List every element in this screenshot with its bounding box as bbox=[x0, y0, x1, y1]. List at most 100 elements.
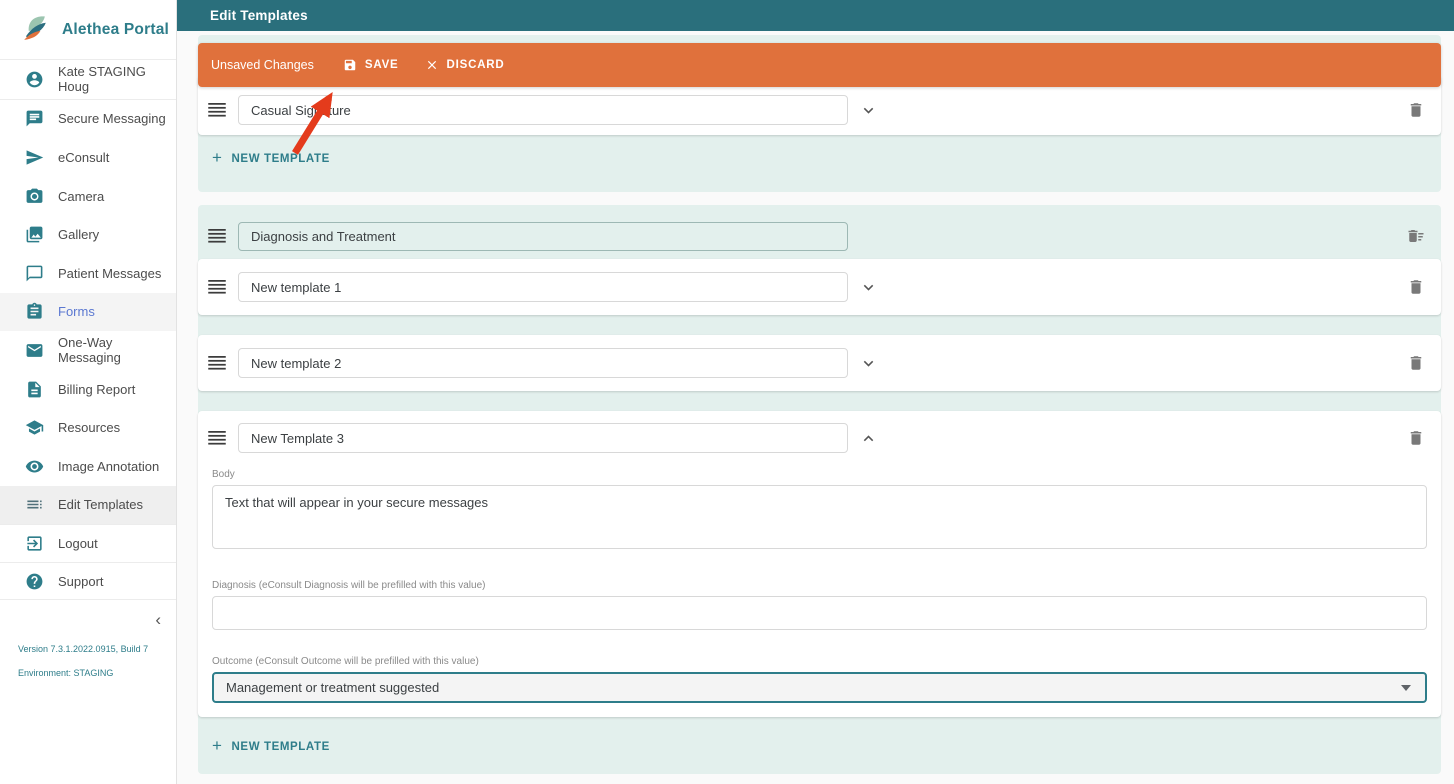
body-label: Body bbox=[212, 469, 235, 480]
drag-handle-icon bbox=[208, 229, 226, 243]
drag-handle-icon bbox=[208, 356, 226, 370]
sidebar-item-one-way-messaging[interactable]: One-Way Messaging bbox=[0, 331, 176, 370]
sidebar-item-image-annotation[interactable]: Image Annotation bbox=[0, 447, 176, 486]
sidebar-item-label: Support bbox=[58, 573, 104, 589]
gallery-icon bbox=[26, 226, 43, 243]
delete-template-button[interactable] bbox=[1405, 352, 1427, 374]
plus-icon: + bbox=[212, 736, 223, 755]
page-header: Edit Templates bbox=[177, 0, 1454, 31]
chevron-down-icon bbox=[863, 107, 874, 114]
expand-template-button[interactable] bbox=[857, 276, 880, 299]
sidebar-item-edit-templates[interactable]: Edit Templates bbox=[0, 485, 176, 525]
sidebar-item-logout[interactable]: Logout bbox=[0, 525, 176, 562]
sidebar-item-label: Edit Templates bbox=[58, 497, 144, 513]
sidebar-item-econsult[interactable]: eConsult bbox=[0, 138, 176, 177]
expand-template-button[interactable] bbox=[857, 352, 880, 375]
sidebar-item-label: Patient Messages bbox=[58, 265, 162, 281]
template-row bbox=[198, 335, 1441, 391]
delete-category-button[interactable] bbox=[1405, 225, 1427, 247]
drag-handle[interactable] bbox=[208, 356, 228, 370]
template-title-input[interactable] bbox=[238, 272, 848, 302]
trash-icon bbox=[1410, 103, 1422, 117]
sidebar-item-label: Logout bbox=[58, 536, 98, 552]
trash-icon bbox=[1410, 356, 1422, 370]
chat-icon bbox=[26, 110, 43, 127]
template-row bbox=[198, 259, 1441, 315]
template-title-input[interactable] bbox=[238, 348, 848, 378]
drag-handle[interactable] bbox=[208, 103, 228, 117]
drag-handle-icon bbox=[208, 280, 226, 294]
drag-handle-icon bbox=[208, 103, 226, 117]
category-container: Body Text that will appear in your secur… bbox=[198, 205, 1441, 774]
sidebar-item-label: One-Way Messaging bbox=[58, 335, 121, 366]
brand-logo-row[interactable]: Alethea Portal bbox=[0, 0, 176, 59]
resources-icon bbox=[25, 420, 44, 435]
new-template-button[interactable]: + NEW TEMPLATE bbox=[210, 737, 332, 756]
sidebar-item-support[interactable]: Support bbox=[0, 563, 176, 599]
new-template-label: NEW TEMPLATE bbox=[231, 152, 330, 165]
camera-icon bbox=[26, 188, 43, 203]
expand-template-button[interactable] bbox=[857, 99, 880, 122]
eye-icon bbox=[25, 460, 44, 473]
category-header-row bbox=[198, 213, 1441, 259]
sidebar-item-user[interactable]: Kate STAGING Houg bbox=[0, 60, 176, 99]
sidebar-item-secure-messaging[interactable]: Secure Messaging bbox=[0, 100, 176, 139]
chevron-down-icon bbox=[863, 284, 874, 291]
document-icon bbox=[28, 381, 41, 397]
template-fields: Body Text that will appear in your secur… bbox=[206, 469, 1427, 703]
chevron-down-icon bbox=[863, 360, 874, 367]
delete-template-button[interactable] bbox=[1405, 276, 1427, 298]
list-lines-icon bbox=[27, 500, 42, 509]
sidebar: Alethea Portal Kate STAGING Houg Secure … bbox=[0, 0, 177, 784]
sidebar-item-billing-report[interactable]: Billing Report bbox=[0, 370, 176, 409]
clipboard-icon bbox=[27, 303, 42, 319]
send-icon bbox=[26, 150, 44, 165]
diagnosis-label: Diagnosis (eConsult Diagnosis will be pr… bbox=[212, 580, 486, 591]
sidebar-item-label: Camera bbox=[58, 188, 105, 204]
sidebar-item-label: Image Annotation bbox=[58, 458, 160, 474]
alethea-logo-icon bbox=[24, 15, 46, 40]
new-template-button[interactable]: + NEW TEMPLATE bbox=[210, 149, 332, 168]
unsaved-changes-banner: Unsaved Changes SAVE DISCARD bbox=[198, 43, 1441, 87]
drag-handle[interactable] bbox=[208, 280, 228, 294]
save-icon bbox=[344, 59, 356, 71]
version-block: Version 7.3.1.2022.0915, Build 7 Environ… bbox=[0, 636, 176, 700]
drag-handle[interactable] bbox=[208, 431, 228, 445]
category-title-input[interactable] bbox=[238, 221, 848, 251]
plus-icon: + bbox=[212, 148, 223, 167]
delete-sweep-icon bbox=[1408, 230, 1424, 242]
divider bbox=[0, 599, 176, 601]
discard-button[interactable]: DISCARD bbox=[423, 54, 507, 76]
save-button[interactable]: SAVE bbox=[341, 54, 401, 76]
outcome-selected-value: Management or treatment suggested bbox=[226, 680, 440, 695]
sidebar-item-label: Billing Report bbox=[58, 381, 136, 397]
app-root: Alethea Portal Kate STAGING Houg Secure … bbox=[0, 0, 1454, 784]
body-textarea[interactable]: Text that will appear in your secure mes… bbox=[212, 485, 1427, 549]
envelope-icon bbox=[26, 344, 43, 357]
sidebar-item-label: eConsult bbox=[58, 149, 110, 165]
sidebar-item-patient-messages[interactable]: Patient Messages bbox=[0, 254, 176, 293]
trash-icon bbox=[1410, 280, 1422, 294]
sidebar-item-gallery[interactable]: Gallery bbox=[0, 215, 176, 254]
sidebar-item-label: Forms bbox=[58, 304, 95, 320]
chevron-up-icon bbox=[863, 434, 874, 441]
page-title: Edit Templates bbox=[210, 8, 308, 23]
drag-handle[interactable] bbox=[208, 229, 228, 243]
sidebar-item-camera[interactable]: Camera bbox=[0, 177, 176, 216]
sidebar-item-resources[interactable]: Resources bbox=[0, 408, 176, 447]
outcome-label: Outcome (eConsult Outcome will be prefil… bbox=[212, 656, 479, 667]
outcome-select[interactable]: Management or treatment suggested bbox=[212, 672, 1427, 703]
sidebar-item-label: Resources bbox=[58, 420, 121, 436]
template-title-input[interactable] bbox=[238, 423, 848, 453]
sidebar-item-forms[interactable]: Forms bbox=[0, 292, 176, 332]
environment-text: Environment: STAGING bbox=[18, 668, 114, 679]
version-text: Version 7.3.1.2022.0915, Build 7 bbox=[18, 644, 149, 655]
template-title-input[interactable] bbox=[238, 95, 848, 125]
collapse-template-button[interactable] bbox=[857, 427, 880, 450]
delete-template-button[interactable] bbox=[1405, 99, 1427, 121]
diagnosis-input[interactable] bbox=[212, 596, 1427, 630]
collapse-sidebar-icon[interactable]: ‹ bbox=[155, 611, 161, 628]
delete-template-button[interactable] bbox=[1405, 427, 1427, 449]
sidebar-item-label: Secure Messaging bbox=[58, 111, 166, 127]
main-content: Edit Templates Unsaved Changes SAVE DISC… bbox=[177, 0, 1454, 784]
